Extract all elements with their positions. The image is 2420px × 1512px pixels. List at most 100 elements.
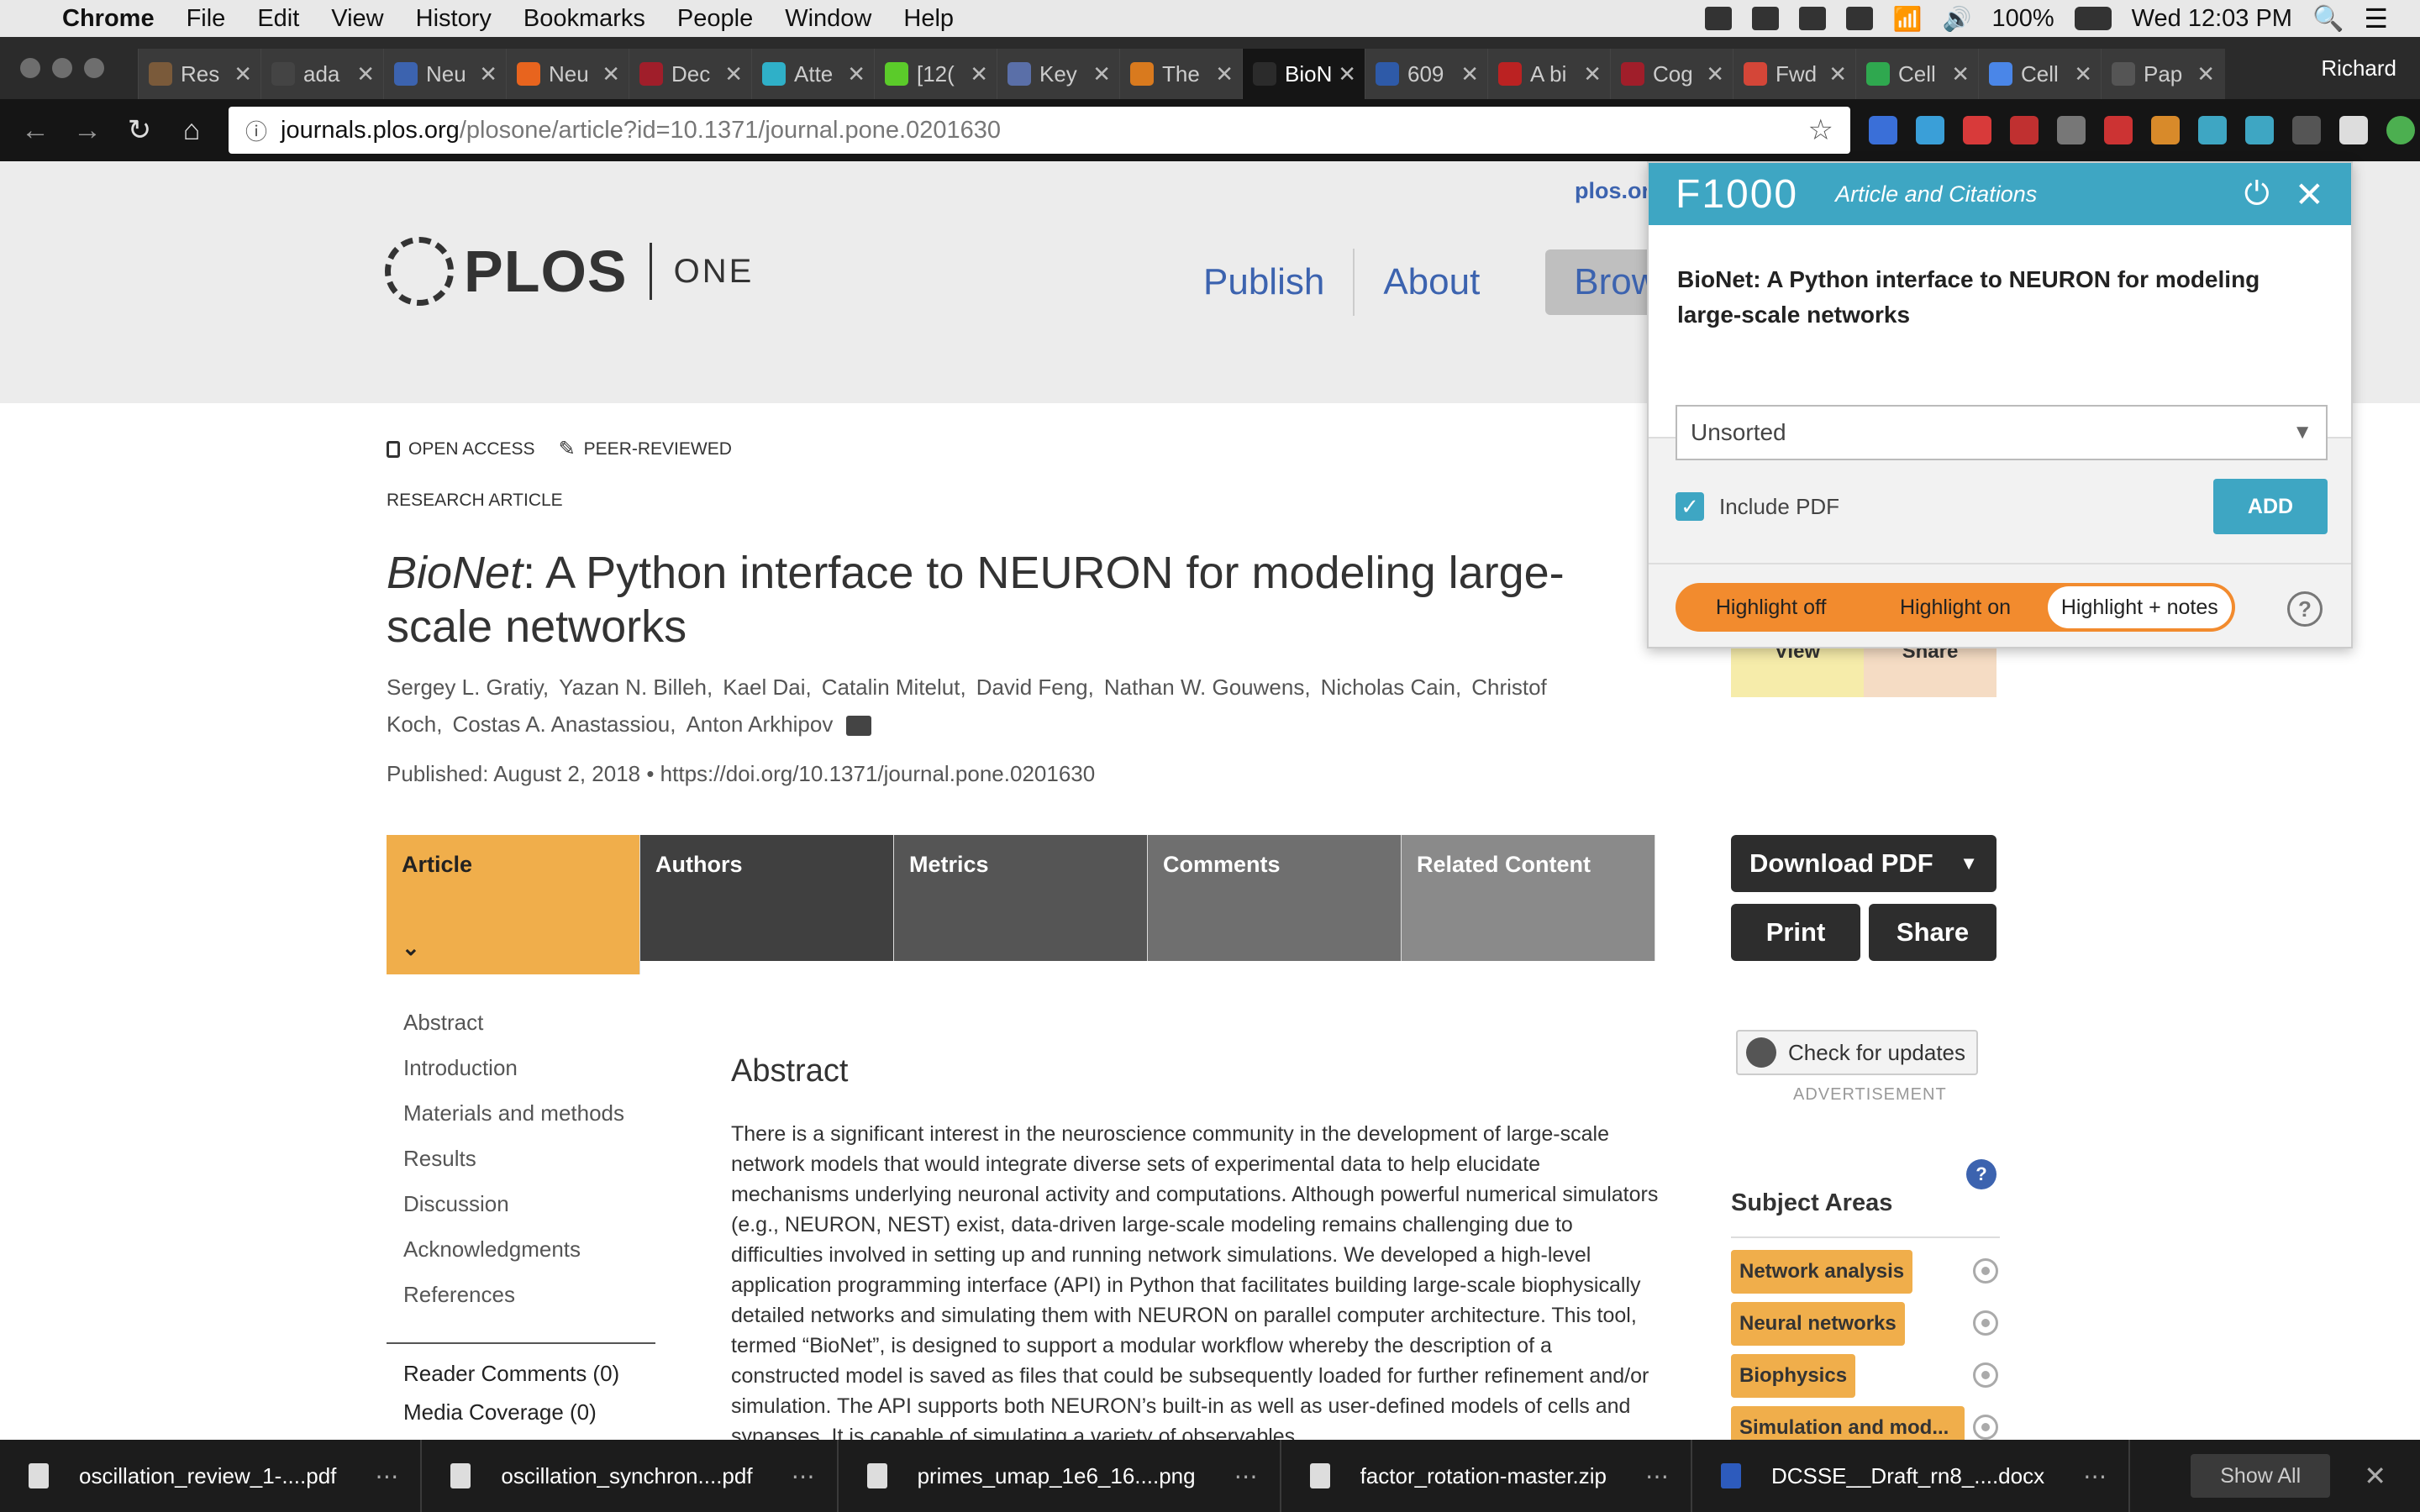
- subject-toggle-icon[interactable]: [1973, 1415, 1998, 1440]
- tab-related-content[interactable]: Related Content: [1402, 835, 1655, 961]
- cloud-icon[interactable]: [1798, 7, 1826, 30]
- browser-tab[interactable]: Fwd ✕: [1733, 49, 1857, 99]
- toc-abstract[interactable]: Abstract: [403, 1010, 624, 1055]
- subject-tag[interactable]: Simulation and mod...: [1731, 1406, 1965, 1440]
- evernote-icon[interactable]: [1751, 7, 1779, 30]
- dropdown-arrow-icon[interactable]: ▼: [2292, 421, 2312, 444]
- tab-close-icon[interactable]: ✕: [970, 61, 988, 87]
- menu-window[interactable]: Window: [785, 5, 871, 33]
- show-all-button[interactable]: Show All: [2191, 1454, 2331, 1498]
- menu-view[interactable]: View: [331, 5, 383, 33]
- author-link[interactable]: Sergey L. Gratiy,: [387, 675, 549, 700]
- tab-close-icon[interactable]: ✕: [1583, 61, 1602, 87]
- menu-bookmarks[interactable]: Bookmarks: [523, 5, 645, 33]
- home-button[interactable]: ⌂: [175, 114, 208, 147]
- author-link[interactable]: Catalin Mitelut,: [822, 675, 966, 700]
- browser-tab[interactable]: ada ✕: [260, 49, 385, 99]
- subject-toggle-icon[interactable]: [1973, 1310, 1998, 1336]
- browser-tab[interactable]: Cog ✕: [1610, 49, 1734, 99]
- browser-tab[interactable]: [12(✕: [874, 49, 998, 99]
- bookmark-star-icon[interactable]: ☆: [1808, 113, 1833, 147]
- browser-tab[interactable]: Neu ✕: [383, 49, 508, 99]
- question-icon[interactable]: ?: [2287, 591, 2323, 627]
- tab-close-icon[interactable]: ✕: [1951, 61, 1970, 87]
- author-link[interactable]: Nicholas Cain,: [1321, 675, 1462, 700]
- tab-close-icon[interactable]: ✕: [1706, 61, 1724, 87]
- browser-tab[interactable]: Dec ✕: [629, 49, 753, 99]
- subject-toggle-icon[interactable]: [1973, 1258, 1998, 1284]
- tab-close-icon[interactable]: ✕: [847, 61, 865, 87]
- browser-tab[interactable]: Neu ✕: [506, 49, 630, 99]
- caret-down-icon[interactable]: ▼: [1960, 853, 1978, 874]
- profile-name[interactable]: Richard: [2321, 55, 2396, 81]
- toc-introduction[interactable]: Introduction: [403, 1055, 624, 1100]
- browser-tab[interactable]: Atte ✕: [751, 49, 876, 99]
- download-item[interactable]: factor_rotation-master.zip ⋯: [1281, 1440, 1692, 1512]
- tab-close-icon[interactable]: ✕: [1092, 61, 1111, 87]
- plos-link[interactable]: plos.or: [1575, 178, 1650, 204]
- extension-icon[interactable]: [2245, 116, 2274, 144]
- tab-metrics[interactable]: Metrics: [894, 835, 1148, 961]
- check-for-updates-button[interactable]: Check for updates: [1736, 1030, 1978, 1075]
- subject-tag[interactable]: Network analysis: [1731, 1250, 1913, 1294]
- tab-close-icon[interactable]: ✕: [2074, 61, 2092, 87]
- close-icon[interactable]: ✕: [2295, 174, 2324, 215]
- battery-icon[interactable]: [2074, 7, 2112, 30]
- tab-close-icon[interactable]: ✕: [234, 61, 252, 87]
- highlight-notes-option[interactable]: Highlight + notes: [2047, 586, 2232, 628]
- author-link[interactable]: Anton Arkhipov: [686, 711, 833, 737]
- address-bar[interactable]: ⓘ journals.plos.org/plosone/article?id=1…: [229, 107, 1850, 154]
- info-icon[interactable]: ⓘ: [245, 115, 267, 146]
- browser-tab[interactable]: 609 ✕: [1365, 49, 1489, 99]
- browser-tab[interactable]: Cell ✕: [1855, 49, 1980, 99]
- menu-file[interactable]: File: [187, 5, 226, 33]
- close-icon[interactable]: ✕: [2364, 1460, 2386, 1492]
- dropbox-icon[interactable]: [1704, 7, 1732, 30]
- more-options-icon[interactable]: ⋯: [375, 1462, 398, 1490]
- extension-icon[interactable]: [2292, 116, 2321, 144]
- browser-tab[interactable]: Cell ✕: [1978, 49, 2102, 99]
- tab-close-icon[interactable]: ✕: [356, 61, 375, 87]
- power-icon[interactable]: ⏻: [2244, 176, 2270, 213]
- tab-close-icon[interactable]: ✕: [1338, 61, 1356, 87]
- download-item[interactable]: primes_umap_1e6_16....png ⋯: [839, 1440, 1281, 1512]
- nav-publish[interactable]: Publish: [1175, 261, 1353, 303]
- extension-icon[interactable]: [1963, 116, 1991, 144]
- clock[interactable]: Wed 12:03 PM: [2132, 5, 2292, 33]
- author-link[interactable]: Yazan N. Billeh,: [559, 675, 713, 700]
- subject-tag[interactable]: Biophysics: [1731, 1354, 1856, 1398]
- extension-icon[interactable]: [2198, 116, 2227, 144]
- toc-references[interactable]: References: [403, 1282, 624, 1327]
- help-icon[interactable]: ?: [1966, 1159, 1996, 1189]
- browser-tab[interactable]: Pap ✕: [2101, 49, 2225, 99]
- menu-help[interactable]: Help: [903, 5, 954, 33]
- tab-close-icon[interactable]: ✕: [479, 61, 497, 87]
- subject-tag[interactable]: Neural networks: [1731, 1302, 1905, 1346]
- share-button[interactable]: Share: [1869, 904, 1996, 961]
- tab-close-icon[interactable]: ✕: [2196, 61, 2215, 87]
- menu-people[interactable]: People: [677, 5, 753, 33]
- author-link[interactable]: Costas A. Anastassiou,: [453, 711, 676, 737]
- highlight-on-option[interactable]: Highlight on: [1863, 596, 2047, 620]
- more-options-icon[interactable]: ⋯: [792, 1462, 815, 1490]
- menu-edit[interactable]: Edit: [257, 5, 299, 33]
- menu-history[interactable]: History: [416, 5, 492, 33]
- add-button[interactable]: ADD: [2213, 479, 2328, 534]
- more-options-icon[interactable]: ⋯: [1645, 1462, 1669, 1490]
- tab-close-icon[interactable]: ✕: [1460, 61, 1479, 87]
- extension-icon[interactable]: [2151, 116, 2180, 144]
- browser-tab[interactable]: A bi ✕: [1487, 49, 1612, 99]
- forward-button[interactable]: →: [71, 114, 104, 147]
- wifi-icon[interactable]: 📶: [1893, 5, 1923, 33]
- tab-article[interactable]: Article ⌄: [387, 835, 640, 974]
- highlight-off-option[interactable]: Highlight off: [1679, 596, 1863, 620]
- download-pdf-button[interactable]: Download PDF ▼: [1731, 835, 1996, 892]
- checkmark-icon[interactable]: ✓: [1676, 492, 1704, 521]
- reload-button[interactable]: ↻: [123, 113, 156, 147]
- tab-close-icon[interactable]: ✕: [1828, 61, 1847, 87]
- download-item[interactable]: oscillation_review_1-....pdf ⋯: [0, 1440, 423, 1512]
- email-icon[interactable]: [846, 716, 872, 737]
- tab-comments[interactable]: Comments: [1148, 835, 1402, 961]
- plos-one-logo[interactable]: PLOS ONE: [385, 237, 754, 306]
- volume-icon[interactable]: 🔊: [1943, 5, 1972, 33]
